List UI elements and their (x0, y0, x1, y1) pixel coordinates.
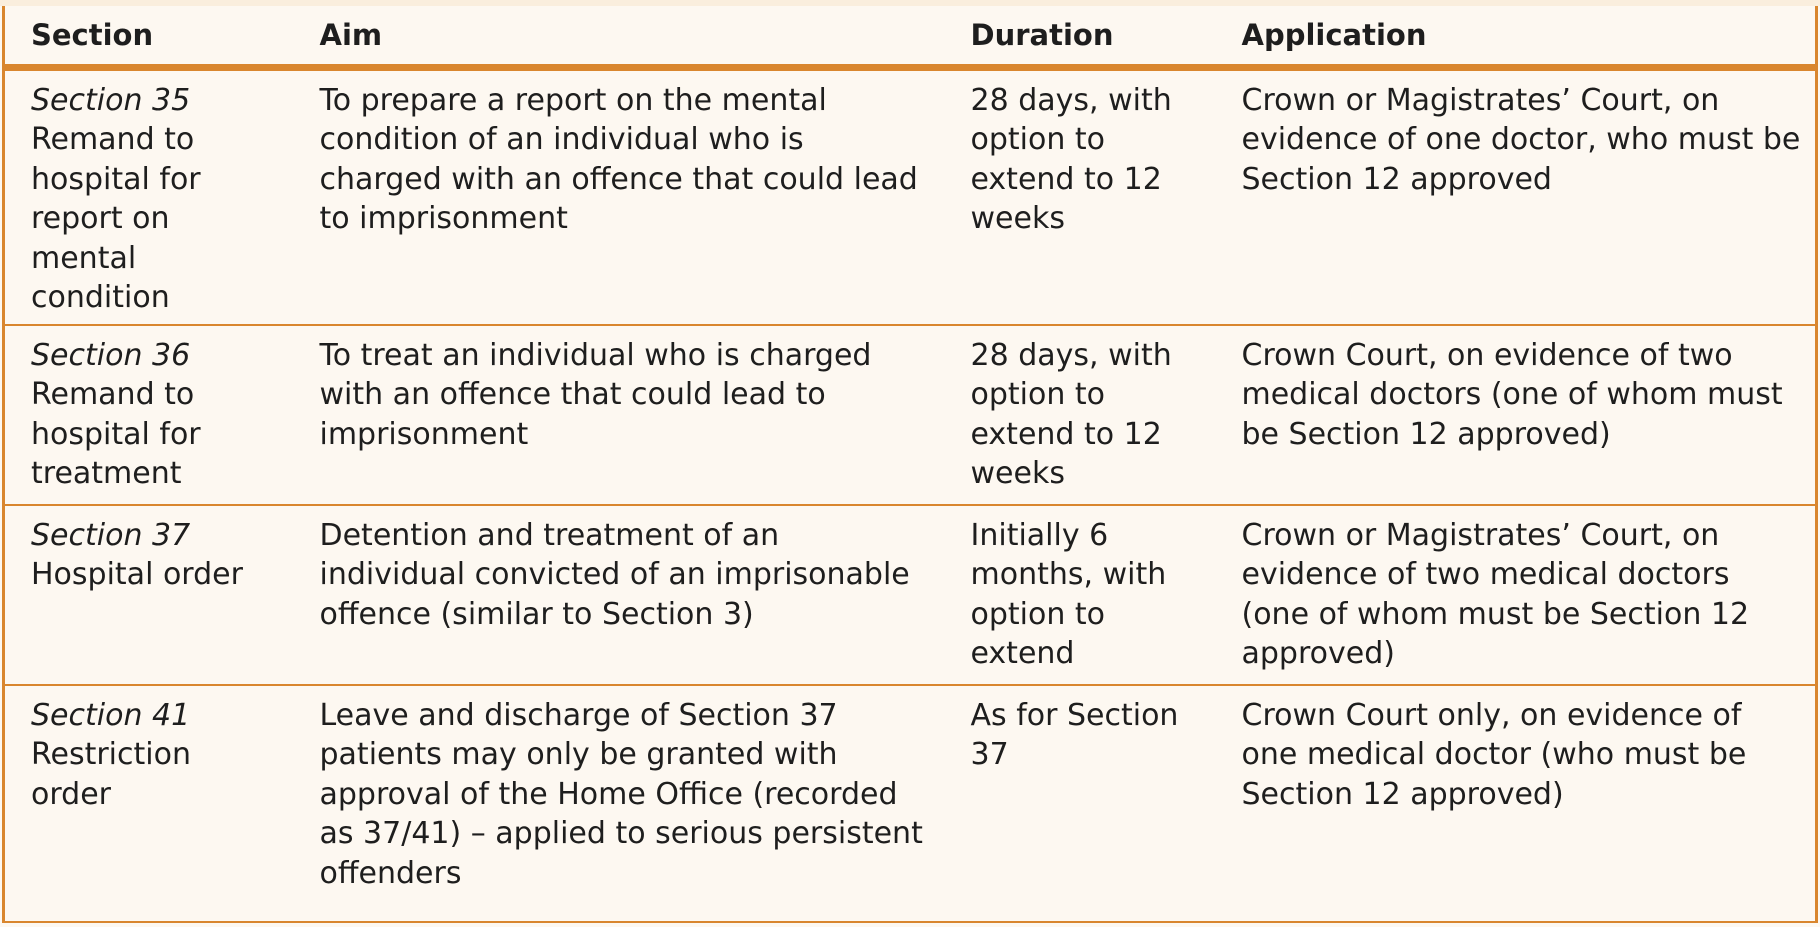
cell-section: Section 35 Remand to hospital for report… (3, 67, 294, 325)
table-header-row: Section Aim Duration Application (3, 6, 1817, 71)
cell-duration: 28 days, with option to extend to 12 wee… (944, 323, 1216, 505)
cell-aim: To prepare a report on the mental condit… (293, 67, 945, 325)
cell-section: Section 36 Remand to hospital for treatm… (3, 323, 294, 505)
table-row: Section 37 Hospital order Detention and … (3, 503, 1817, 685)
table-row: Section 35 Remand to hospital for report… (3, 67, 1817, 325)
section-description: Remand to hospital for report on mental … (31, 122, 201, 315)
cell-duration: Initially 6 months, with option to exten… (944, 503, 1216, 685)
section-number: Section 35 (31, 82, 191, 118)
section-number: Section 37 (31, 517, 191, 553)
section-number: Section 36 (31, 337, 191, 373)
cell-application: Crown Court, on evidence of two medical … (1215, 323, 1817, 505)
header-section: Section (3, 6, 294, 71)
table-row: Section 41 Restriction order Leave and d… (3, 683, 1817, 922)
cell-aim: Leave and discharge of Section 37 patien… (293, 683, 945, 922)
header-application: Application (1215, 6, 1817, 71)
cell-application: Crown Court only, on evidence of one med… (1215, 683, 1817, 922)
cell-duration: 28 days, with option to extend to 12 wee… (944, 67, 1216, 325)
cell-aim: Detention and treatment of an individual… (293, 503, 945, 685)
header-duration: Duration (944, 6, 1216, 71)
cell-aim: To treat an individual who is charged wi… (293, 323, 945, 505)
section-description: Remand to hospital for treatment (31, 377, 201, 491)
cell-application: Crown or Magistrates’ Court, on evidence… (1215, 67, 1817, 325)
section-description: Restriction order (31, 737, 191, 812)
cell-application: Crown or Magistrates’ Court, on evidence… (1215, 503, 1817, 685)
mental-health-act-sections-table: Section Aim Duration Application Section… (2, 6, 1818, 923)
cell-duration: As for Section 37 (944, 683, 1216, 922)
cell-section: Section 41 Restriction order (3, 683, 294, 922)
page: Section Aim Duration Application Section… (0, 0, 1820, 927)
header-aim: Aim (293, 6, 945, 71)
section-number: Section 41 (31, 697, 191, 733)
section-description: Hospital order (31, 557, 243, 592)
table-row: Section 36 Remand to hospital for treatm… (3, 323, 1817, 505)
cell-section: Section 37 Hospital order (3, 503, 294, 685)
